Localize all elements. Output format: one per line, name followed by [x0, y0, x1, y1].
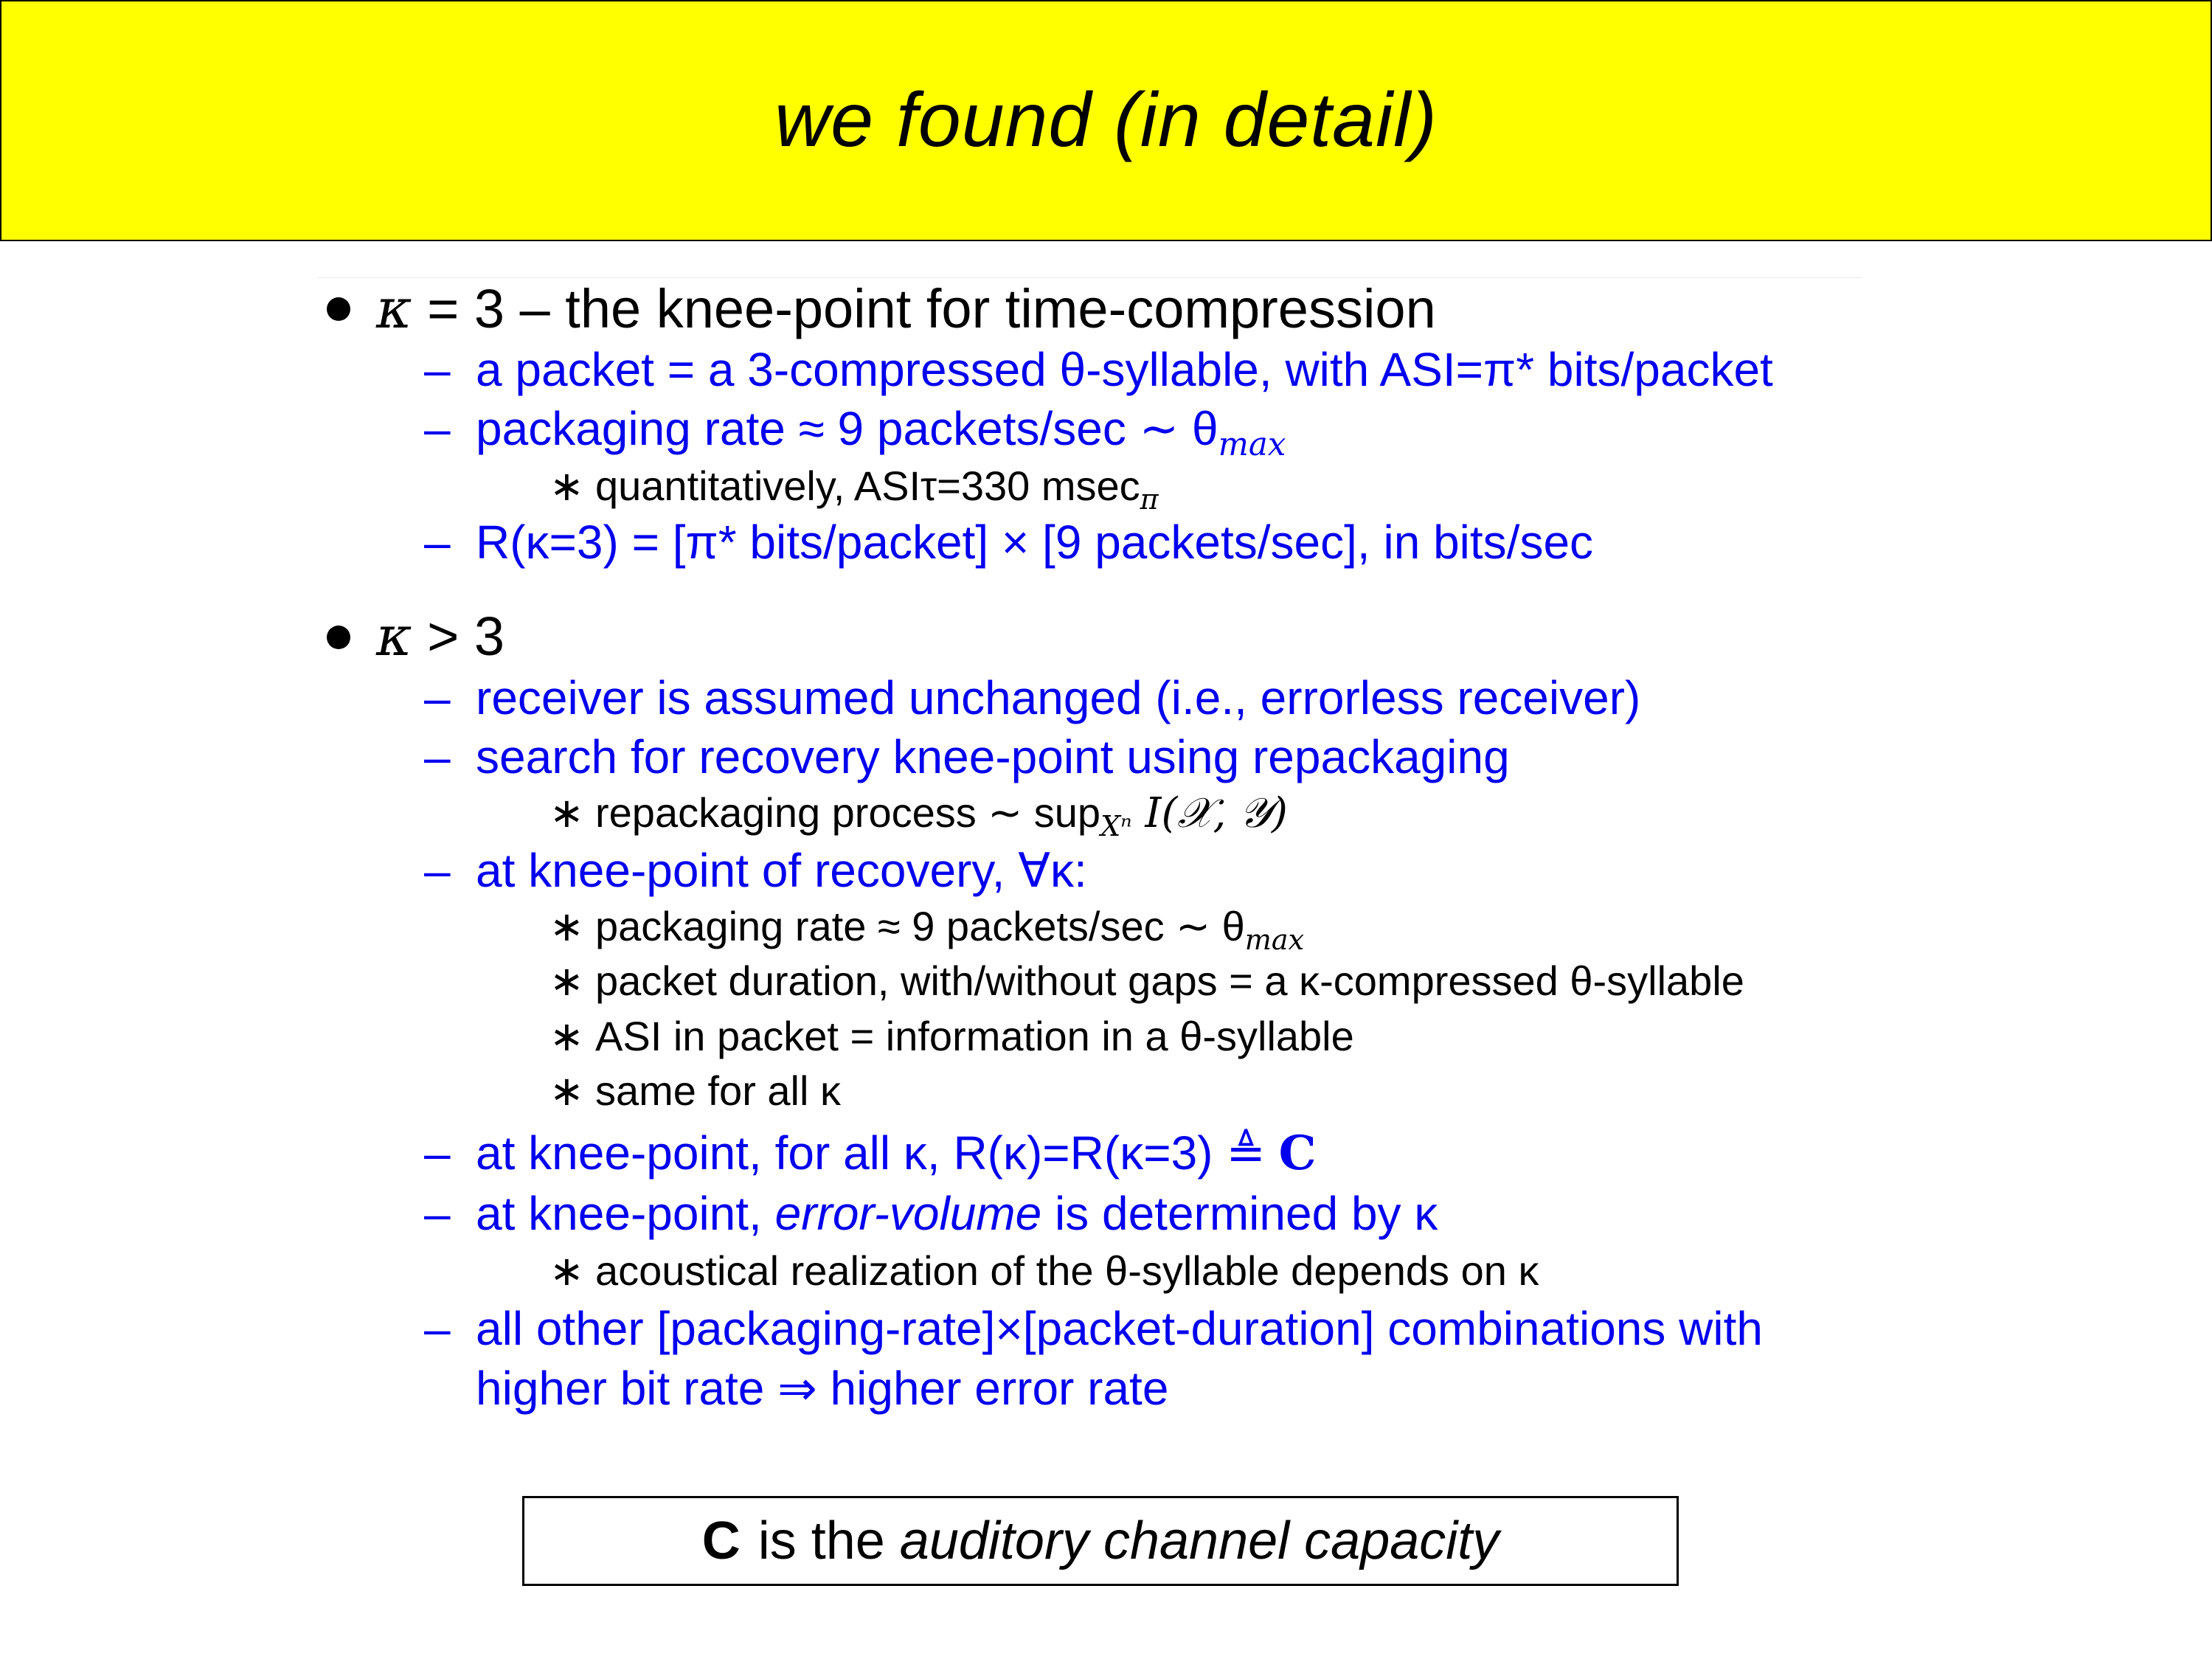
conclusion-emphasis: auditory channel capacity — [899, 1511, 1499, 1570]
section1-item-2: – packaging rate ≈ 9 packets/sec ∼ θmax — [424, 402, 1286, 463]
section1-heading: κ = 3 – the knee-point for time-compress… — [376, 277, 1436, 341]
section2-subitem-1: ∗ repackaging process ∼ supXⁿ I(𝒳, 𝒴) — [549, 789, 1288, 843]
slide-title: we found (in detail) — [774, 77, 1438, 163]
bullet-2 — [327, 626, 350, 649]
section2-subitem-2: ∗ packaging rate ≈ 9 packets/sec ∼ θmax — [549, 903, 1305, 957]
title-bar: we found (in detail) — [0, 0, 2212, 241]
section2-heading: κ > 3 — [376, 605, 505, 668]
section2-subitem-4: ∗ ASI in packet = information in a θ-syll… — [549, 1013, 1354, 1059]
section2-item-3: – at knee-point of recovery, ∀κ: — [424, 844, 1087, 897]
section2-item-2: – search for recovery knee-point using re… — [424, 730, 1510, 783]
section2-item-4: – at knee-point, for all κ, R(κ)=R(κ=3) ≜… — [424, 1126, 1317, 1181]
section2-item-5: – at knee-point, error-volume is determin… — [424, 1187, 1438, 1240]
section2-item-1: – receiver is assumed unchanged (i.e., er… — [424, 671, 1641, 724]
section1-item-1: – a packet = a 3-compressed θ-syllable, w… — [424, 343, 1773, 396]
conclusion-text: is the — [757, 1511, 885, 1570]
section1-subitem-1: ∗ quantitatively, ASIτ=330 msecπ — [549, 463, 1159, 516]
section2-subitem-6: ∗ acoustical realization of the θ-syllabl… — [549, 1247, 1539, 1294]
section2-subitem-3: ∗ packet duration, with/without gaps = a … — [549, 957, 1744, 1004]
section1-item-3: – R(κ=3) = [π* bits/packet] × [9 packets/… — [424, 516, 1594, 569]
capacity-symbol: C — [701, 1511, 741, 1570]
bullet-1 — [327, 297, 350, 321]
section2-subitem-5: ∗ same for all κ — [549, 1067, 841, 1114]
conclusion-box: C is the auditory channel capacity — [522, 1496, 1679, 1586]
section2-item-6-continued: higher bit rate ⇒ higher error rate — [476, 1362, 1169, 1415]
section2-item-6: – all other [packaging-rate]×[packet-dura… — [424, 1302, 1763, 1355]
